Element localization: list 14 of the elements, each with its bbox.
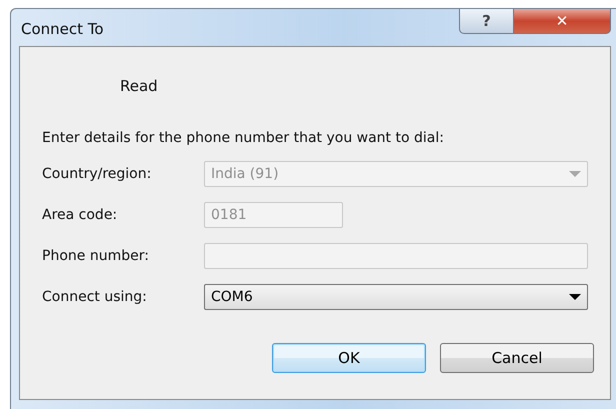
window-title: Connect To bbox=[21, 20, 104, 38]
instruction-text: Enter details for the phone number that you want to dial: bbox=[42, 130, 445, 146]
dropdown-arrow-icon bbox=[569, 294, 581, 300]
field-label: Country/region: bbox=[42, 166, 152, 182]
close-button[interactable]: ✕ bbox=[514, 9, 611, 34]
field-label: Phone number: bbox=[42, 248, 150, 264]
help-button[interactable]: ? bbox=[459, 9, 514, 34]
field-label: Area code: bbox=[42, 207, 118, 223]
field-label: Connect using: bbox=[42, 289, 148, 305]
dropdown-arrow-icon bbox=[569, 171, 581, 177]
dropdown[interactable]: COM6 bbox=[204, 284, 588, 310]
ok-button[interactable]: OK bbox=[272, 343, 426, 373]
cancel-button[interactable]: Cancel bbox=[440, 343, 594, 373]
heading: Read bbox=[120, 77, 158, 95]
